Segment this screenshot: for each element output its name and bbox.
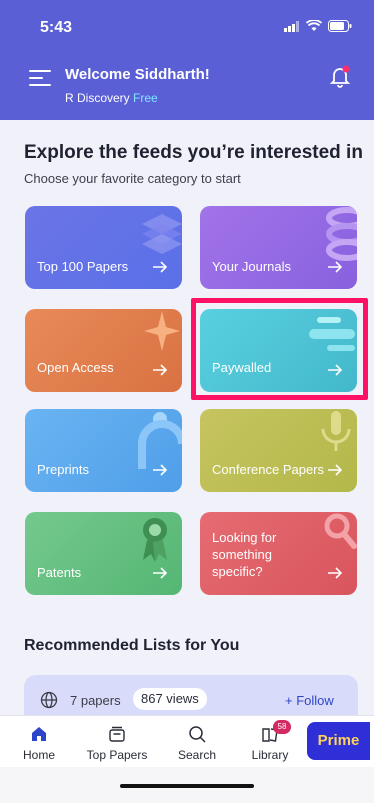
battery-icon [328,20,352,32]
arrow-right-icon [328,567,343,579]
plan-subtitle: R Discovery Free [65,91,158,105]
app-name: R Discovery [65,91,130,105]
search-icon [189,726,206,743]
feed-card-label: Looking for something specific? [212,530,277,579]
welcome-title: Welcome Siddharth! [65,66,210,83]
prime-button[interactable]: Prime [307,722,370,760]
status-bar: 5:43 [0,0,374,50]
signal-icon [284,20,299,32]
arrow-right-icon [328,464,343,476]
feed-card-conference-papers[interactable]: Conference Papers [200,409,357,492]
feed-card-label: Preprints [37,462,90,477]
home-icon [32,727,46,741]
status-time: 5:43 [40,19,73,36]
feed-card-label: Conference Papers [212,462,325,477]
feeds-title: Explore the feeds you’re interested in [24,142,363,163]
arrow-right-icon [153,261,168,273]
feed-card-preprints[interactable]: Preprints [25,409,182,492]
papers-count: 7 papers [70,693,121,708]
feed-card-label: Open Access [37,360,114,375]
highlight-box [191,298,368,400]
award-ribbon-icon [143,518,167,562]
arrow-right-icon [153,567,168,579]
nav-top-papers[interactable]: Top Papers [82,716,152,768]
nav-home[interactable]: Home [4,716,74,768]
menu-icon[interactable] [29,70,51,88]
journal-stack-icon [326,207,357,261]
feed-card-label: Patents [37,565,82,580]
papers-icon [109,726,125,742]
nav-library[interactable]: 58 Library [235,716,305,768]
microphone-icon [321,411,351,451]
globe-icon [40,691,58,709]
feed-card-top-100-papers[interactable]: Top 100 Papers [25,206,182,289]
feed-card-looking-for-something[interactable]: Looking for something specific? [200,512,357,595]
nav-label: Search [177,748,217,762]
follow-button[interactable]: + Follow [285,693,334,708]
feed-card-label: Your Journals [212,259,292,274]
magnifier-icon [324,513,357,549]
arrow-right-icon [153,364,168,376]
feed-card-your-journals[interactable]: Your Journals [200,206,357,289]
feed-card-open-access[interactable]: Open Access [25,309,182,392]
nav-search[interactable]: Search [162,716,232,768]
feed-card-label: Top 100 Papers [37,259,129,274]
library-badge: 58 [273,720,291,734]
app-header: 5:43 Welcome Siddharth! R Discovery Free [0,0,374,120]
preprint-arch-icon [138,412,182,469]
home-indicator-area [0,767,374,803]
arrow-right-icon [328,261,343,273]
sparkle-icon [144,311,180,351]
layers-icon [142,214,182,254]
feeds-subtitle: Choose your favorite category to start [24,171,241,186]
arrow-right-icon [153,464,168,476]
home-indicator [120,784,254,788]
nav-label: Top Papers [86,748,148,762]
nav-label: Library [251,748,289,762]
wifi-icon [306,20,322,31]
status-icons [284,20,352,32]
feed-card-patents[interactable]: Patents [25,512,182,595]
notification-bell-icon[interactable] [328,64,352,88]
nav-label: Home [22,748,55,762]
views-count: 867 views [133,688,207,710]
recommended-title: Recommended Lists for You [24,637,240,654]
plan-badge: Free [133,91,158,105]
